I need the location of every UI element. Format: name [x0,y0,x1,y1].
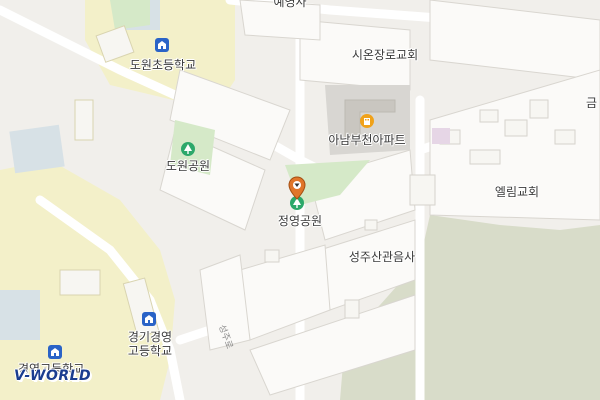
label-church-ellim: 엘림교회 [494,185,540,199]
blue-building [9,124,65,174]
blue-building-2 [0,290,40,340]
label-park-jeongmyeong: 정영공원 [277,214,323,228]
label-park-dowon: 도원공원 [165,159,211,173]
location-pin-icon[interactable] [288,176,306,200]
block-9 [429,0,600,81]
apartment-icon [360,114,374,128]
label-temple-top: 예영사 [273,0,307,9]
label-apartment: 아남부천아파트 [328,133,406,147]
label-temple-seongju: 성주산관음사 [348,250,416,264]
park-icon [181,142,195,156]
pink-building [432,128,450,144]
park-small [110,0,150,30]
block-5 [239,244,331,341]
label-church-sion: 시온장로교회 [351,48,419,62]
school-icon [48,345,62,359]
school-icon [142,312,156,326]
vworld-logo: V-WORLD [14,368,92,384]
map-view[interactable]: 예영사 시온장로교회 도원초등학교 아남부천아파트 도원공원 정영공원 엘림교회… [0,0,600,400]
label-school-dowon: 도원초등학교 [129,58,197,72]
label-school-gyeonggi-1: 경기경영 [127,330,173,344]
label-edge-partial: 금 [586,96,598,110]
school-icon [155,38,169,52]
label-school-gyeonggi-2: 고등학교 [127,344,173,358]
